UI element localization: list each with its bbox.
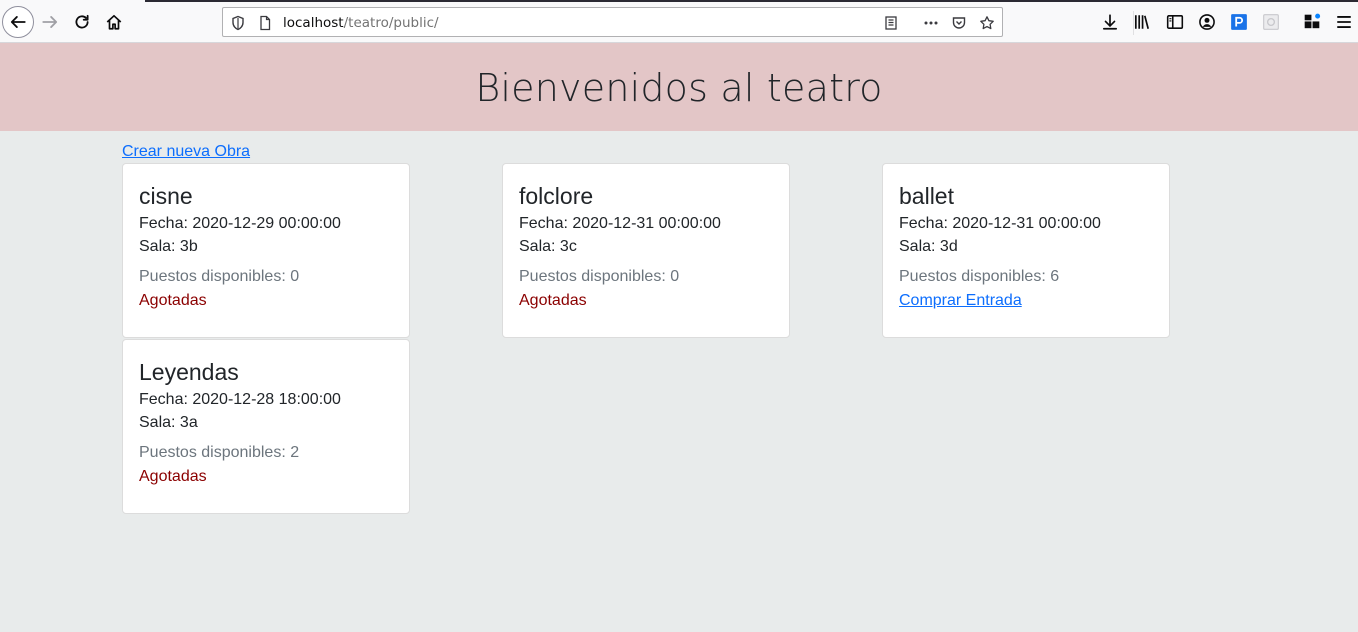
sold-out-label: Agotadas bbox=[519, 292, 587, 309]
forward-button[interactable] bbox=[35, 7, 65, 37]
play-date: Fecha: 2020-12-31 00:00:00 bbox=[899, 215, 1101, 232]
home-button[interactable] bbox=[99, 7, 129, 37]
play-card: ballet Fecha: 2020-12-31 00:00:00 Sala: … bbox=[882, 163, 1170, 338]
create-new-play-link[interactable]: Crear nueva Obra bbox=[122, 143, 250, 161]
play-room: Sala: 3b bbox=[139, 238, 198, 255]
available-seats: Puestos disponibles: 0 bbox=[519, 268, 680, 285]
play-card: cisne Fecha: 2020-12-29 00:00:00 Sala: 3… bbox=[122, 163, 410, 338]
play-card: folclore Fecha: 2020-12-31 00:00:00 Sala… bbox=[502, 163, 790, 338]
extension-p-icon bbox=[1231, 14, 1247, 30]
available-seats: Puestos disponibles: 6 bbox=[899, 268, 1060, 285]
reader-view-icon[interactable] bbox=[882, 14, 900, 32]
tab-strip-edge bbox=[145, 0, 1358, 2]
available-seats: Puestos disponibles: 0 bbox=[139, 268, 300, 285]
menu-button[interactable] bbox=[1329, 7, 1358, 37]
bookmark-star-icon[interactable] bbox=[978, 14, 996, 32]
play-card: Leyendas Fecha: 2020-12-28 18:00:00 Sala… bbox=[122, 339, 410, 514]
play-date: Fecha: 2020-12-29 00:00:00 bbox=[139, 215, 341, 232]
sold-out-label: Agotadas bbox=[139, 468, 207, 485]
play-date: Fecha: 2020-12-28 18:00:00 bbox=[139, 391, 341, 408]
url-text[interactable]: localhost/teatro/public/ bbox=[283, 15, 439, 31]
available-seats: Puestos disponibles: 2 bbox=[139, 444, 300, 461]
library-icon bbox=[1134, 15, 1150, 29]
account-icon bbox=[1199, 14, 1215, 30]
play-title: folclore bbox=[519, 183, 594, 209]
library-button[interactable] bbox=[1127, 7, 1157, 37]
sold-out-label: Agotadas bbox=[139, 292, 207, 309]
extension-p-button[interactable] bbox=[1224, 7, 1254, 37]
extensions-button[interactable] bbox=[1297, 7, 1327, 37]
sidebar-icon bbox=[1166, 15, 1184, 29]
shield-icon[interactable] bbox=[229, 14, 247, 32]
address-bar[interactable]: localhost/teatro/public/ bbox=[222, 7, 1134, 37]
play-title: ballet bbox=[899, 183, 954, 209]
buy-ticket-link[interactable]: Comprar Entrada bbox=[899, 292, 1022, 310]
play-room: Sala: 3d bbox=[899, 238, 958, 255]
extension-grid-button[interactable] bbox=[1256, 7, 1286, 37]
sidebar-button[interactable] bbox=[1160, 7, 1190, 37]
browser-toolbar: localhost/teatro/public/ bbox=[0, 0, 1358, 43]
play-room: Sala: 3a bbox=[139, 414, 198, 431]
home-icon bbox=[106, 14, 122, 30]
reload-button[interactable] bbox=[67, 7, 97, 37]
url-path: /teatro/public/ bbox=[343, 15, 439, 31]
hamburger-menu-icon bbox=[1337, 16, 1351, 28]
arrow-left-icon bbox=[10, 16, 26, 28]
play-title: Leyendas bbox=[139, 359, 239, 385]
page-info-icon[interactable] bbox=[256, 14, 274, 32]
play-date: Fecha: 2020-12-31 00:00:00 bbox=[519, 215, 721, 232]
play-room: Sala: 3c bbox=[519, 238, 577, 255]
download-icon bbox=[1102, 14, 1118, 30]
url-host: localhost bbox=[283, 15, 344, 31]
play-title: cisne bbox=[139, 183, 193, 209]
back-button[interactable] bbox=[2, 6, 34, 38]
page-title: Bienvenidos al teatro bbox=[475, 66, 883, 110]
arrow-right-icon bbox=[42, 16, 58, 28]
extension-grid-icon bbox=[1263, 14, 1279, 30]
reload-icon bbox=[75, 14, 89, 29]
page-header: Bienvenidos al teatro bbox=[0, 43, 1358, 131]
downloads-button[interactable] bbox=[1095, 7, 1125, 37]
more-actions-icon[interactable] bbox=[922, 14, 940, 32]
pocket-icon[interactable] bbox=[950, 14, 968, 32]
puzzle-icon bbox=[1304, 13, 1321, 29]
account-button[interactable] bbox=[1192, 7, 1222, 37]
